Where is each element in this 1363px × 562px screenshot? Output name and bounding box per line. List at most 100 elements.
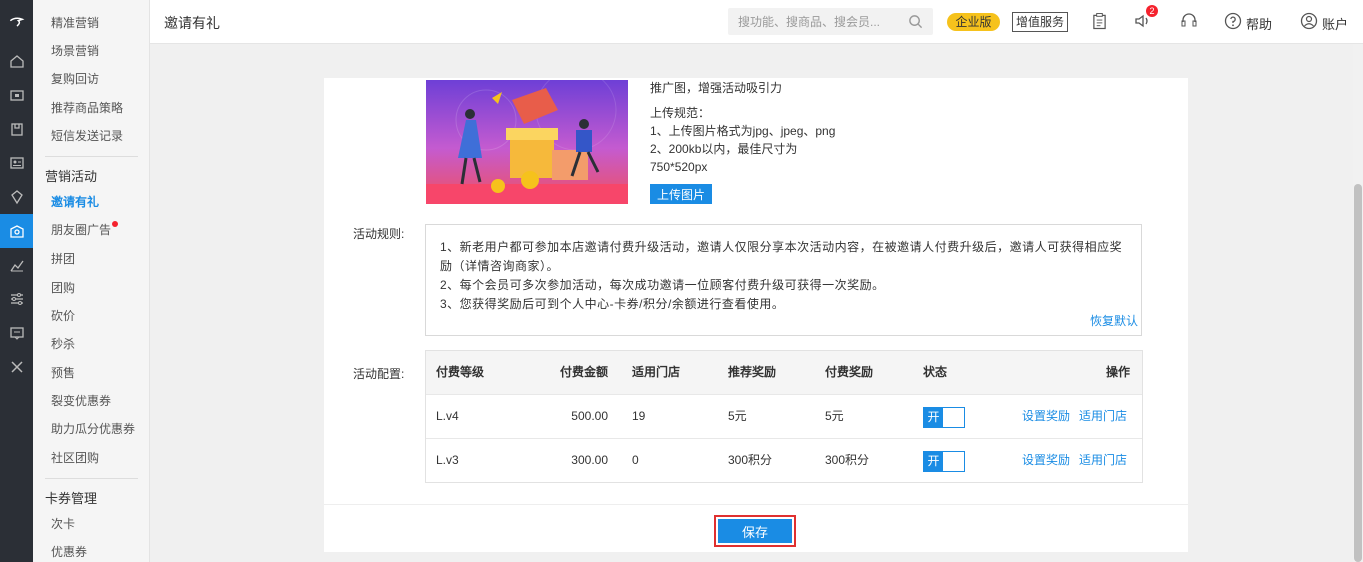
- submenu-item-scene-marketing[interactable]: 场景营销: [51, 42, 99, 60]
- submenu-item-label: 朋友圈广告: [51, 223, 112, 237]
- submenu-item-fission-coupon[interactable]: 裂变优惠券: [51, 392, 111, 410]
- upload-image-button[interactable]: 上传图片: [650, 184, 712, 204]
- home-icon[interactable]: [0, 44, 33, 78]
- apply-store-label[interactable]: 适用门店: [1079, 453, 1127, 467]
- status-toggle[interactable]: 开: [923, 407, 965, 428]
- submenu-divider: [45, 156, 138, 157]
- new-dot-icon: [112, 221, 119, 227]
- help-link[interactable]: 帮助: [1246, 14, 1272, 33]
- footer-divider: [324, 504, 1188, 505]
- rules-line: 2、每个会员可多次参加活动，每次成功邀请一位顾客付费升级可获得一次奖励。: [440, 278, 885, 292]
- submenu-group-marketing: 营销活动: [45, 169, 98, 184]
- set-reward-label[interactable]: 设置奖励: [1022, 453, 1070, 467]
- logo: [0, 0, 33, 44]
- chart-icon[interactable]: [0, 248, 33, 282]
- table-row: L.v3 300.00 0 300积分 300积分 开 设置奖励 适用门店: [426, 438, 1142, 482]
- submenu-item-assist-coupon[interactable]: 助力瓜分优惠券: [51, 420, 135, 438]
- status-toggle[interactable]: 开: [923, 451, 965, 472]
- upload-spec-line: 2、200kb以内，最佳尺寸为: [650, 142, 798, 156]
- submenu-item-count-card[interactable]: 次卡: [51, 515, 75, 533]
- bag-icon[interactable]: [0, 112, 33, 146]
- top-header: 邀请有礼 企业版 增值服务 2 帮助 账户: [150, 0, 1363, 44]
- submenu-item-precise-marketing[interactable]: 精准营销: [51, 14, 99, 32]
- table-row: L.v4 500.00 19 5元 5元 开 设置奖励 适用门店: [426, 394, 1142, 438]
- header-ops: 操作: [1105, 365, 1130, 379]
- member-card-icon[interactable]: [0, 146, 33, 180]
- rules-line: 3、您获得奖励后可到个人中心-卡券/积分/余额进行查看使用。: [440, 297, 785, 311]
- page-scrollbar[interactable]: [1353, 44, 1363, 562]
- marketing-icon[interactable]: [0, 214, 33, 248]
- header-level: 付费等级: [436, 365, 485, 379]
- cell-referral: 5元: [728, 409, 747, 423]
- scrollbar-thumb[interactable]: [1354, 184, 1362, 562]
- submenu-divider: [45, 478, 138, 479]
- save-highlight: 保存: [714, 515, 796, 547]
- upload-spec-line: 750*520px: [650, 160, 708, 174]
- diamond-icon[interactable]: [0, 180, 33, 214]
- help-icon[interactable]: [1224, 12, 1242, 30]
- notification-badge: 2: [1146, 5, 1158, 17]
- submenu-item-moments-ads[interactable]: 朋友圈广告: [51, 221, 119, 239]
- cell-amount: 300.00: [571, 453, 608, 467]
- upload-spec-title: 上传规范：: [650, 106, 711, 120]
- header-paid: 付费奖励: [825, 365, 874, 379]
- table-header: 付费等级 付费金额 适用门店 推荐奖励 付费奖励 状态 操作: [426, 351, 1142, 394]
- enterprise-badge[interactable]: 企业版: [947, 13, 1000, 31]
- rules-textarea[interactable]: 1、新老用户都可参加本店邀请付费升级活动，邀请人仅限分享本次活动内容，在被邀请人…: [425, 224, 1142, 336]
- submenu-item-presale[interactable]: 预售: [51, 364, 75, 382]
- account-icon[interactable]: [1300, 12, 1318, 30]
- apply-store-label[interactable]: 适用门店: [1079, 409, 1127, 423]
- set-reward-link[interactable]: 设置奖励: [1022, 395, 1070, 439]
- submenu-item-bargain[interactable]: 砍价: [51, 307, 75, 325]
- content-card: 推广图，增强活动吸引力 上传规范： 1、上传图片格式为jpg、jpeg、png …: [324, 78, 1188, 552]
- submenu-item-invite-gift[interactable]: 邀请有礼: [51, 193, 99, 211]
- submenu-item-recommend-strategy[interactable]: 推荐商品策略: [51, 99, 123, 117]
- tools-icon[interactable]: [0, 350, 33, 384]
- message-icon[interactable]: [0, 316, 33, 350]
- config-label: 活动配置:: [353, 367, 405, 381]
- promo-illustration: [426, 80, 628, 204]
- submenu: 精准营销 场景营销 复购回访 推荐商品策略 短信发送记录 营销活动 邀请有礼 朋…: [33, 0, 150, 562]
- cell-level: L.v3: [436, 453, 459, 467]
- promo-title: 推广图，增强活动吸引力: [650, 81, 783, 95]
- submenu-item-team-buy[interactable]: 团购: [51, 279, 75, 297]
- set-reward-link[interactable]: 设置奖励: [1022, 439, 1070, 483]
- rules-line: 1、新老用户都可参加本店邀请付费升级活动，邀请人仅限分享本次活动内容，在被邀请人…: [440, 240, 1123, 273]
- clipboard-icon[interactable]: [1092, 12, 1107, 30]
- submenu-item-community-buy[interactable]: 社区团购: [51, 449, 99, 467]
- icon-rail: [0, 0, 33, 562]
- wallet-icon[interactable]: [0, 78, 33, 112]
- rules-label: 活动规则:: [353, 227, 405, 241]
- cell-level: L.v4: [436, 409, 459, 423]
- apply-store-link[interactable]: 适用门店: [1079, 439, 1127, 483]
- search-icon[interactable]: [908, 14, 923, 29]
- set-reward-label[interactable]: 设置奖励: [1022, 409, 1070, 423]
- logo-icon: [9, 17, 24, 27]
- page-title: 邀请有礼: [164, 15, 220, 31]
- upload-spec: 上传规范： 1、上传图片格式为jpg、jpeg、png 2、200kb以内，最佳…: [650, 104, 835, 176]
- submenu-item-repurchase[interactable]: 复购回访: [51, 70, 99, 88]
- header-status: 状态: [923, 365, 948, 379]
- restore-default-link[interactable]: 恢复默认: [1090, 312, 1138, 331]
- cell-amount: 500.00: [571, 409, 608, 423]
- settings-sliders-icon[interactable]: [0, 282, 33, 316]
- save-button[interactable]: 保存: [718, 519, 792, 543]
- submenu-item-flash-sale[interactable]: 秒杀: [51, 335, 75, 353]
- cell-paid: 300积分: [825, 453, 870, 467]
- search-input[interactable]: [728, 8, 898, 35]
- header-referral: 推荐奖励: [728, 365, 777, 379]
- toggle-on-label: 开: [924, 452, 943, 471]
- value-added-button[interactable]: 增值服务: [1012, 12, 1068, 32]
- promo-image[interactable]: [426, 80, 628, 204]
- headset-icon[interactable]: [1180, 12, 1198, 30]
- submenu-item-sms-records[interactable]: 短信发送记录: [51, 127, 123, 145]
- submenu-item-group-buy[interactable]: 拼团: [51, 250, 75, 268]
- cell-stores: 0: [632, 453, 639, 467]
- account-link[interactable]: 账户: [1322, 14, 1348, 33]
- search-box[interactable]: [728, 8, 933, 35]
- submenu-group-cards: 卡券管理: [45, 491, 98, 506]
- submenu-item-coupon[interactable]: 优惠券: [51, 543, 87, 561]
- apply-store-link[interactable]: 适用门店: [1079, 395, 1127, 439]
- upload-spec-line: 1、上传图片格式为jpg、jpeg、png: [650, 124, 836, 138]
- cell-stores: 19: [632, 409, 646, 423]
